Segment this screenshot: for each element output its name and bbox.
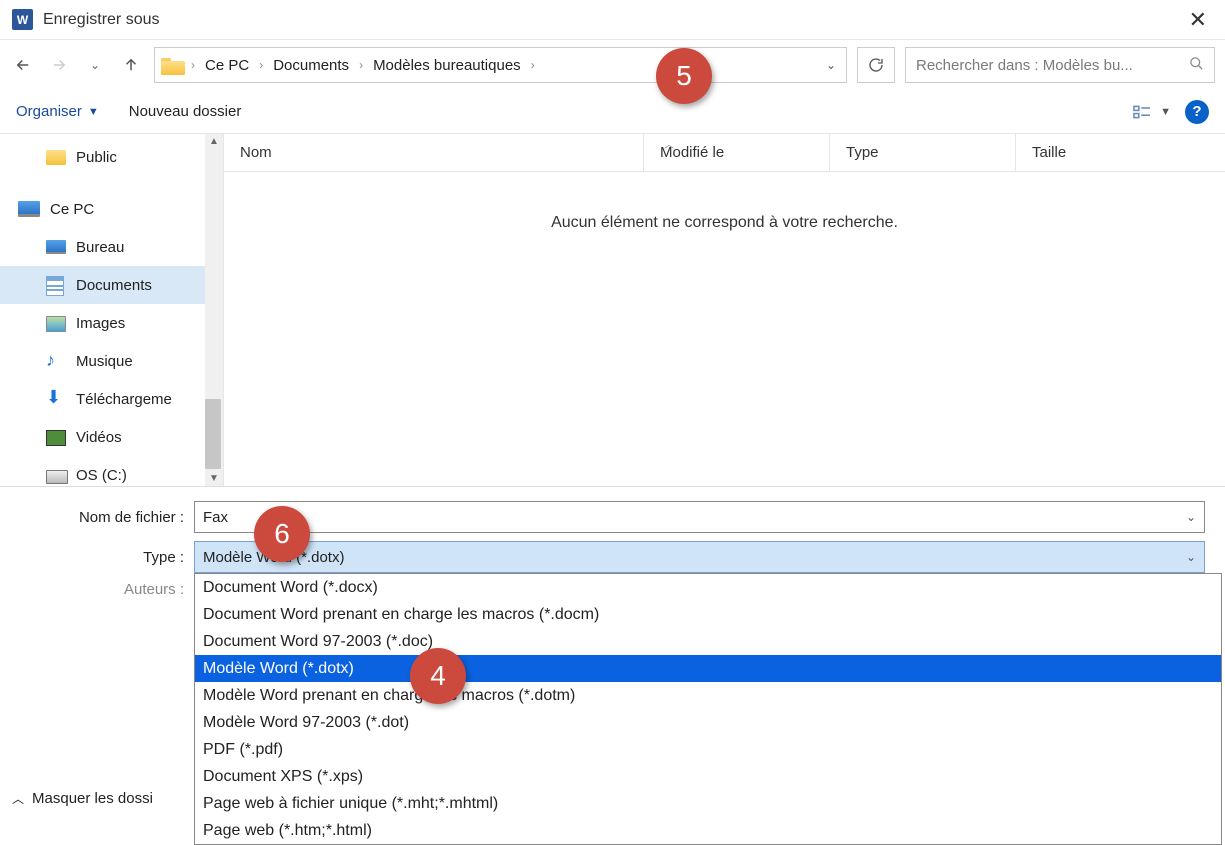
search-input[interactable]: Rechercher dans : Modèles bu... [905,47,1215,83]
file-list-pane: ︿ Nom Modifié le Type Taille Aucun éléme… [224,134,1225,486]
chevron-right-icon: › [259,58,263,72]
empty-list-message: Aucun élément ne correspond à votre rech… [224,214,1225,232]
refresh-button[interactable] [857,47,895,83]
nav-item-label: OS (C:) [76,467,127,484]
authors-label: Auteurs : [20,581,194,598]
back-button[interactable] [10,52,36,78]
scroll-down-icon[interactable]: ▼ [205,471,223,486]
nav-item-t-l-chargeme[interactable]: ⬇Téléchargeme [0,380,223,418]
view-icon [1130,103,1154,121]
nav-item-label: Vidéos [76,429,122,446]
type-option[interactable]: Modèle Word 97-2003 (*.dot) [195,709,1221,736]
nav-item-documents[interactable]: Documents [0,266,223,304]
breadcrumb-segment[interactable]: Ce PC [201,55,253,76]
chevron-right-icon: › [531,58,535,72]
close-icon[interactable]: ✕ [1183,7,1213,33]
sort-indicator-icon: ︿ [664,136,674,151]
type-option[interactable]: Document Word prenant en charge les macr… [195,601,1221,628]
breadcrumb-segment[interactable]: Modèles bureautiques [369,55,525,76]
column-headers: ︿ Nom Modifié le Type Taille [224,134,1225,172]
save-fields-area: Nom de fichier : Fax ⌄ Type : Modèle Wor… [0,487,1225,598]
callout-4: 4 [410,648,466,704]
type-option[interactable]: Document Word (*.docx) [195,574,1221,601]
type-option[interactable]: Document Word 97-2003 (*.doc) [195,628,1221,655]
scroll-thumb[interactable] [205,399,221,469]
callout-6: 6 [254,506,310,562]
hide-folders-label: Masquer les dossi [32,790,153,807]
hide-folders-button[interactable]: ︿ Masquer les dossi [12,790,153,807]
nav-item-musique[interactable]: ♪Musique [0,342,223,380]
chevron-right-icon: › [359,58,363,72]
nav-item-os-c-[interactable]: OS (C:) [0,456,223,486]
organize-label: Organiser [16,103,82,120]
nav-item-public[interactable]: Public [0,138,223,176]
column-header-size[interactable]: Taille [1016,134,1225,171]
nav-item-label: Documents [76,277,152,294]
toolbar: Organiser ▼ Nouveau dossier ▼ ? [0,90,1225,134]
type-label: Type : [20,549,194,566]
scroll-up-icon[interactable]: ▲ [205,134,223,149]
column-header-type[interactable]: Type [830,134,1016,171]
nav-item-bureau[interactable]: Bureau [0,228,223,266]
nav-item-vid-os[interactable]: Vidéos [0,418,223,456]
title-bar: W Enregistrer sous ✕ [0,0,1225,40]
address-dropdown-icon[interactable]: ⌄ [826,58,836,72]
nav-item-images[interactable]: Images [0,304,223,342]
callout-5: 5 [656,48,712,104]
nav-item-label: Téléchargeme [76,391,172,408]
navigation-row: ⌄ › Ce PC › Documents › Modèles bureauti… [0,40,1225,90]
type-option[interactable]: Document XPS (*.xps) [195,763,1221,790]
chevron-down-icon: ▼ [88,106,99,118]
address-bar[interactable]: › Ce PC › Documents › Modèles bureautiqu… [154,47,847,83]
chevron-down-icon: ▼ [1160,106,1171,118]
nav-item-ce-pc[interactable]: Ce PC [0,190,223,228]
forward-button[interactable] [46,52,72,78]
up-button[interactable] [118,52,144,78]
chevron-right-icon: › [191,58,195,72]
type-dropdown-list: Document Word (*.docx)Document Word pren… [194,573,1222,845]
type-option[interactable]: PDF (*.pdf) [195,736,1221,763]
main-area: Public Ce PC Bureau Documents Images ♪Musique… [0,134,1225,487]
recent-locations-button[interactable]: ⌄ [82,52,108,78]
window-title: Enregistrer sous [43,11,1183,29]
nav-item-label: Public [76,149,117,166]
nav-item-label: Musique [76,353,133,370]
type-option[interactable]: Page web à fichier unique (*.mht;*.mhtml… [195,790,1221,817]
chevron-up-icon: ︿ [12,790,24,807]
type-option[interactable]: Modèle Word prenant en charge les macros… [195,682,1221,709]
filename-input[interactable]: Fax ⌄ [194,501,1205,533]
navigation-pane: Public Ce PC Bureau Documents Images ♪Musique… [0,134,224,486]
chevron-down-icon[interactable]: ⌄ [1186,510,1196,524]
new-folder-button[interactable]: Nouveau dossier [129,103,242,120]
breadcrumb-segment[interactable]: Documents [269,55,353,76]
scrollbar[interactable]: ▲ ▼ [205,134,223,486]
column-header-name[interactable]: Nom [224,134,644,171]
search-icon [1189,56,1204,75]
nav-item-label: Images [76,315,125,332]
nav-item-label: Bureau [76,239,124,256]
type-option[interactable]: Page web (*.htm;*.html) [195,817,1221,844]
nav-item-label: Ce PC [50,201,94,218]
word-app-icon: W [12,9,33,30]
view-options-button[interactable]: ▼ [1130,103,1171,121]
type-select[interactable]: Modèle Word (*.dotx) ⌄ [194,541,1205,573]
filename-value: Fax [203,509,228,526]
help-icon[interactable]: ? [1185,100,1209,124]
search-placeholder: Rechercher dans : Modèles bu... [916,57,1133,74]
folder-icon [161,56,185,75]
filename-label: Nom de fichier : [20,509,194,526]
type-option[interactable]: Modèle Word (*.dotx) [195,655,1221,682]
chevron-down-icon: ⌄ [1186,550,1196,564]
organize-button[interactable]: Organiser ▼ [16,103,99,120]
